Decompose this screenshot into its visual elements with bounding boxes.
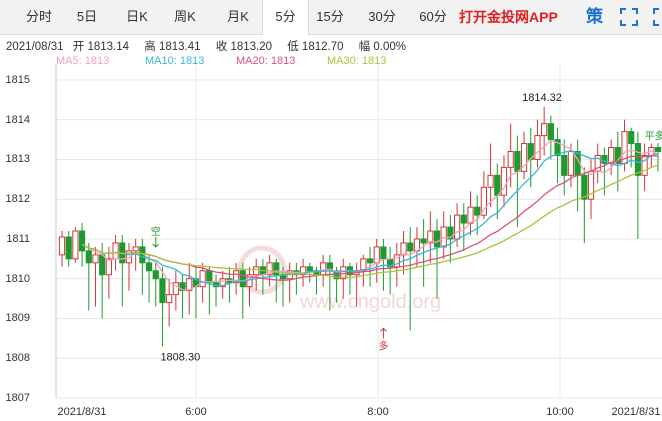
candle-body — [306, 266, 313, 272]
candle-body — [112, 242, 119, 260]
candle-body — [634, 143, 642, 176]
candle-body — [320, 262, 327, 276]
candle-body — [567, 150, 575, 176]
candle-body — [239, 270, 246, 288]
candle-body — [628, 131, 635, 145]
candle-body — [373, 246, 380, 264]
candle-body — [460, 214, 467, 224]
candle-body — [58, 236, 66, 256]
long-signal-arrow — [380, 327, 387, 339]
candle-body — [400, 242, 407, 256]
candle-body — [145, 262, 153, 272]
candle-body — [407, 242, 414, 252]
candle-body — [152, 270, 159, 280]
candle-body — [514, 150, 521, 172]
candle-body — [420, 238, 427, 244]
high-annotation: 1814.32 — [522, 92, 562, 104]
candle-body — [159, 278, 166, 304]
short-signal-label: 空 — [151, 225, 161, 238]
candle-body — [474, 206, 481, 216]
candle-body — [99, 254, 106, 276]
candle-body — [72, 230, 79, 260]
level-signal-label: 平多 — [645, 130, 662, 143]
candle-body — [654, 147, 662, 152]
candle-body — [480, 186, 487, 216]
candlestick-chart[interactable]: www.cngold.org 1814.32 1808.30 空多 平多 — [0, 0, 662, 421]
candle-body — [366, 258, 374, 264]
candle-body — [507, 150, 514, 168]
candle-body — [206, 270, 213, 284]
candle-body — [253, 266, 260, 276]
candle-body — [561, 154, 568, 176]
candle-body — [547, 123, 554, 141]
candle-body — [534, 135, 541, 160]
candle-body — [467, 206, 474, 224]
candle-body — [487, 174, 494, 188]
candle-body — [65, 236, 72, 260]
candle-body — [199, 270, 206, 288]
candle-body — [105, 258, 112, 276]
watermark-text: www.cngold.org — [299, 291, 441, 313]
candle-body — [541, 123, 548, 137]
candle-body — [78, 230, 86, 252]
candle-body — [494, 174, 501, 196]
low-annotation: 1808.30 — [160, 351, 200, 363]
candle-body — [380, 246, 387, 260]
candle-body — [166, 294, 173, 304]
candle-body — [85, 250, 92, 264]
candle-body — [608, 147, 615, 164]
candle-body — [433, 230, 441, 248]
candle-body — [454, 214, 461, 240]
candle-body — [132, 246, 139, 252]
candle-body — [92, 254, 99, 264]
long-signal-label: 多 — [378, 339, 388, 352]
